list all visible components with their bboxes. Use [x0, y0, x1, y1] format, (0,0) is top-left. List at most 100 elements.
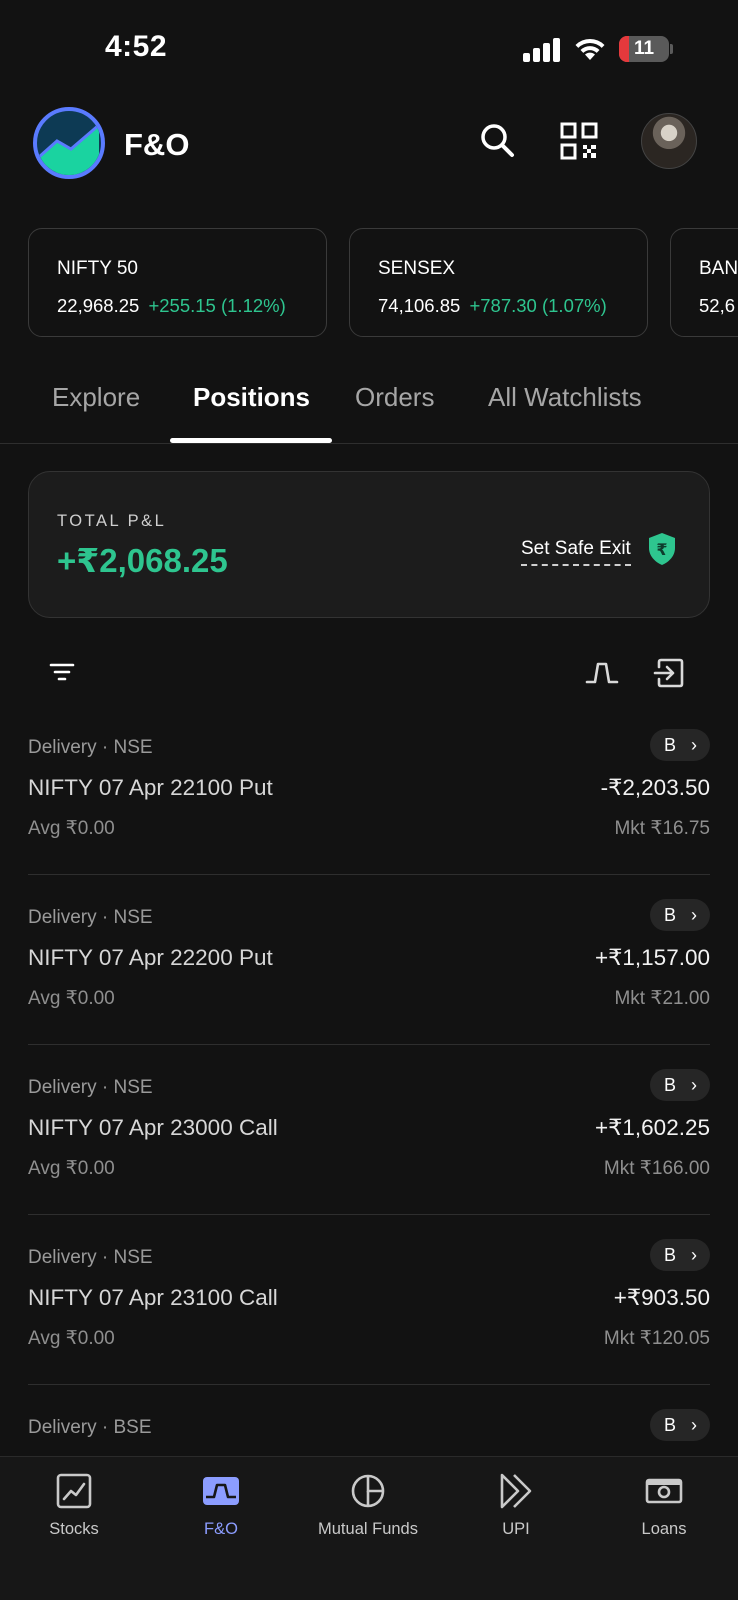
buy-badge-button[interactable]: B › — [650, 899, 710, 931]
position-product-exchange: Delivery · NSE — [28, 1247, 153, 1268]
chevron-right-icon: › — [691, 735, 697, 755]
nav-label: Mutual Funds — [318, 1520, 418, 1538]
index-value: 22,968.25 +255.15 (1.12%) — [57, 295, 286, 317]
tab-explore[interactable]: Explore — [52, 382, 140, 413]
position-market-price: Mkt ₹166.00 — [603, 1158, 710, 1179]
wifi-icon — [575, 38, 605, 60]
buy-badge-button[interactable]: B › — [650, 1069, 710, 1101]
position-row[interactable]: Delivery · NSE NIFTY 07 Apr 22100 Put Av… — [28, 705, 710, 875]
loans-icon — [645, 1478, 683, 1504]
total-pnl-value: +₹2,068.25 — [57, 542, 228, 579]
nav-label: F&O — [204, 1520, 238, 1538]
position-market-price: Mkt ₹21.00 — [614, 988, 710, 1009]
nav-upi[interactable]: UPI — [442, 1457, 590, 1567]
index-ticker-row[interactable]: NIFTY 50 22,968.25 +255.15 (1.12%) SENSE… — [0, 228, 738, 338]
index-change: +787.30 (1.07%) — [469, 295, 607, 316]
total-pnl-label: TOTAL P&L — [57, 512, 167, 530]
position-row[interactable]: Delivery · NSE NIFTY 07 Apr 23100 Call A… — [28, 1215, 710, 1385]
position-product-exchange: Delivery · NSE — [28, 1077, 153, 1098]
tab-positions[interactable]: Positions — [193, 382, 310, 413]
buy-badge-button[interactable]: B › — [650, 1409, 710, 1441]
battery-indicator: 11 — [619, 36, 673, 62]
position-row[interactable]: Delivery · NSE NIFTY 07 Apr 22200 Put Av… — [28, 875, 710, 1045]
position-row[interactable]: Delivery · NSE NIFTY 07 Apr 23000 Call A… — [28, 1045, 710, 1215]
nav-loans[interactable]: Loans — [590, 1457, 738, 1567]
position-pnl: +₹1,602.25 — [594, 1115, 710, 1140]
svg-text:₹: ₹ — [656, 540, 667, 559]
cellular-signal-icon — [523, 38, 561, 62]
index-card-sensex[interactable]: SENSEX 74,106.85 +787.30 (1.07%) — [349, 228, 648, 337]
stocks-chart-icon — [56, 1473, 92, 1509]
nav-label: Loans — [641, 1520, 687, 1538]
index-name: SENSEX — [378, 258, 456, 279]
position-product-exchange: Delivery · NSE — [28, 737, 153, 758]
badge-label: B — [664, 735, 677, 755]
index-price: 52,6 — [699, 295, 736, 316]
app-logo-icon[interactable] — [33, 107, 105, 179]
position-instrument: NIFTY 07 Apr 23100 Call — [28, 1285, 278, 1310]
badge-label: B — [664, 905, 677, 925]
bottom-navigation: Stocks F&O Mutual Funds UPI Loans — [0, 1456, 738, 1600]
index-value: 52,6 — [699, 295, 735, 317]
rupee-shield-icon[interactable]: ₹ — [647, 532, 677, 566]
index-price: 22,968.25 — [57, 295, 140, 316]
pie-chart-icon — [351, 1474, 385, 1508]
position-instrument: NIFTY 07 Apr 23000 Call — [28, 1115, 278, 1140]
chevron-right-icon: › — [691, 905, 697, 925]
status-time: 4:52 — [105, 30, 168, 63]
tab-bar: Explore Positions Orders All Watchlists — [0, 370, 738, 444]
nav-mutual-funds[interactable]: Mutual Funds — [294, 1457, 442, 1567]
buy-badge-button[interactable]: B › — [650, 729, 710, 761]
position-pnl: +₹903.50 — [613, 1285, 710, 1310]
positions-list: Delivery · NSE NIFTY 07 Apr 22100 Put Av… — [0, 705, 738, 1457]
index-change: +255.15 (1.12%) — [148, 295, 286, 316]
app-header: F&O — [0, 105, 738, 185]
battery-percent: 11 — [633, 38, 655, 59]
position-avg-price: Avg ₹0.00 — [28, 988, 115, 1009]
position-row[interactable]: Delivery · BSE B › — [28, 1385, 710, 1457]
chevron-right-icon: › — [691, 1245, 697, 1265]
buy-badge-button[interactable]: B › — [650, 1239, 710, 1271]
index-card-nifty[interactable]: NIFTY 50 22,968.25 +255.15 (1.12%) — [28, 228, 327, 337]
badge-label: B — [664, 1415, 677, 1435]
position-market-price: Mkt ₹16.75 — [614, 818, 710, 839]
position-instrument: NIFTY 07 Apr 22200 Put — [28, 945, 273, 970]
active-tab-indicator — [170, 438, 332, 443]
nav-label: UPI — [502, 1520, 530, 1538]
search-icon[interactable] — [476, 119, 520, 163]
position-market-price: Mkt ₹120.05 — [603, 1328, 710, 1349]
position-product-exchange: Delivery · NSE — [28, 907, 153, 928]
profile-avatar[interactable] — [641, 113, 697, 169]
nav-fno[interactable]: F&O — [147, 1457, 295, 1567]
index-name: BAN — [699, 258, 738, 279]
status-bar: 4:52 11 — [0, 0, 738, 100]
total-pnl-card: TOTAL P&L +₹2,068.25 Set Safe Exit ₹ — [28, 471, 710, 618]
index-value: 74,106.85 +787.30 (1.07%) — [378, 295, 607, 317]
nav-label: Stocks — [49, 1520, 99, 1538]
fno-icon — [203, 1477, 239, 1505]
position-avg-price: Avg ₹0.00 — [28, 1328, 115, 1349]
badge-label: B — [664, 1245, 677, 1265]
set-safe-exit-link[interactable]: Set Safe Exit — [521, 538, 631, 566]
position-avg-price: Avg ₹0.00 — [28, 818, 115, 839]
chevron-right-icon: › — [691, 1415, 697, 1435]
filter-sort-icon[interactable] — [48, 660, 76, 684]
nav-stocks[interactable]: Stocks — [0, 1457, 148, 1567]
index-card-banknifty[interactable]: BAN 52,6 — [670, 228, 738, 337]
position-avg-price: Avg ₹0.00 — [28, 1158, 115, 1179]
position-instrument: NIFTY 07 Apr 22100 Put — [28, 775, 273, 800]
position-pnl: +₹1,157.00 — [594, 945, 710, 970]
chevron-right-icon: › — [691, 1075, 697, 1095]
upi-icon — [500, 1473, 532, 1509]
exit-positions-icon[interactable] — [653, 657, 685, 689]
qr-code-icon[interactable] — [557, 119, 601, 163]
payoff-chart-icon[interactable] — [585, 660, 619, 686]
index-price: 74,106.85 — [378, 295, 461, 316]
badge-label: B — [664, 1075, 677, 1095]
position-product-exchange: Delivery · BSE — [28, 1417, 152, 1438]
position-pnl: -₹2,203.50 — [600, 775, 710, 800]
index-name: NIFTY 50 — [57, 258, 138, 279]
tab-all-watchlists[interactable]: All Watchlists — [488, 382, 642, 413]
tab-orders[interactable]: Orders — [355, 382, 434, 413]
page-title: F&O — [124, 127, 190, 162]
